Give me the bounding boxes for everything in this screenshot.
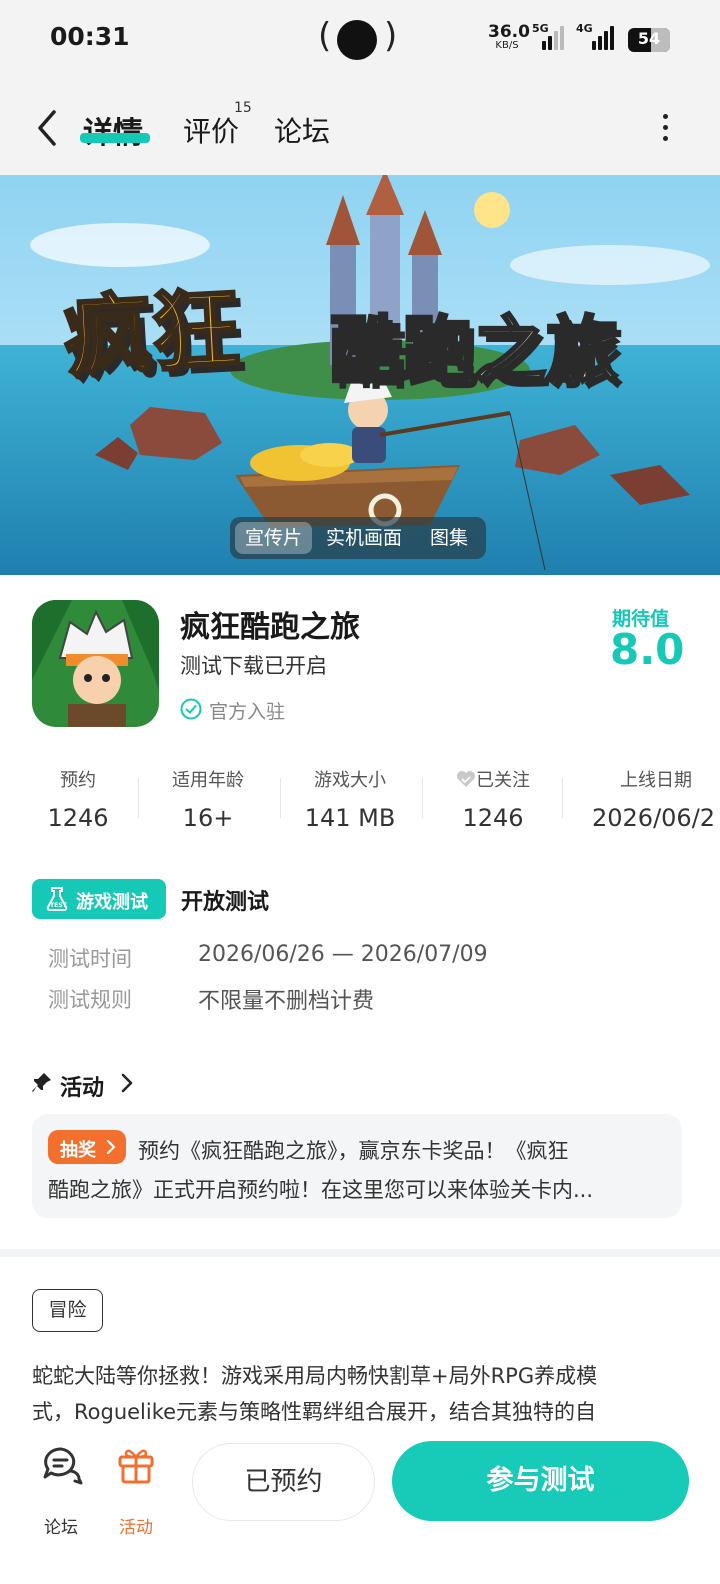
test-rule-value: 不限量不删档计费	[198, 989, 375, 1014]
stat-value: 141 MB	[304, 804, 396, 832]
signal-5g-label: 5G	[532, 22, 549, 35]
stat-reservations: 预约 1246	[28, 766, 128, 832]
signal-4g-label: 4G	[576, 22, 593, 35]
camera-dot	[337, 20, 377, 60]
test-icon-text: TEST	[50, 902, 68, 909]
game-test-badge: TEST 游戏测试	[32, 879, 166, 919]
stat-age-rating: 适用年龄 16+	[158, 766, 258, 832]
banner-title-part2: 酷跑之旅	[330, 308, 618, 392]
stat-divider	[280, 778, 281, 818]
app-status: 测试下载已开启	[180, 654, 327, 678]
stat-label: 上线日期	[620, 770, 692, 791]
verified-check-icon	[180, 698, 202, 720]
signal-5g-icon: 5G	[532, 22, 566, 50]
stat-divider	[562, 778, 563, 818]
status-bar: 00:31 ( ) 36.0 KB/S 5G 4G 54	[0, 0, 720, 80]
bottom-activity-label: 活动	[119, 1518, 153, 1538]
test-flask-icon: TEST	[46, 887, 68, 911]
stat-label: 已关注	[440, 766, 546, 792]
stat-release-date: 上线日期 2026/06/2	[592, 766, 720, 832]
bottom-forum-label: 论坛	[44, 1518, 78, 1538]
battery-level: 54	[637, 29, 661, 48]
game-test-badge-label: 游戏测试	[76, 892, 148, 913]
back-arrow-icon	[38, 110, 56, 146]
media-tab-gameplay[interactable]: 实机画面	[316, 522, 412, 554]
reserved-button[interactable]: 已预约	[192, 1443, 375, 1521]
heart-check-icon	[457, 771, 475, 787]
stat-label: 预约	[60, 770, 96, 791]
expectation-score: 8.0	[610, 625, 685, 674]
stat-label: 适用年龄	[172, 770, 244, 791]
signal-4g-icon: 4G	[576, 22, 618, 50]
stat-divider	[138, 778, 139, 818]
description-line-1: 蛇蛇大陆等你拯救！游戏采用局内畅快割草+局外RPG养成模	[32, 1364, 598, 1388]
tab-reviews[interactable]: 评价	[183, 110, 239, 150]
activity-text-line-2: 酷跑之旅》正式开启预约啦！在这里您可以来体验关卡内...	[48, 1178, 594, 1202]
tab-details[interactable]: 详情	[83, 108, 143, 152]
gift-icon	[118, 1449, 154, 1484]
stat-label: 游戏大小	[314, 770, 386, 791]
stat-value: 1246	[462, 804, 524, 832]
tab-forum[interactable]: 论坛	[274, 110, 330, 150]
test-time-label: 测试时间	[48, 947, 132, 971]
active-tab-indicator	[80, 133, 150, 143]
app-name: 疯狂酷跑之旅	[180, 610, 360, 645]
media-type-tabs: 宣传片 实机画面 图集	[230, 517, 486, 559]
activity-title: 活动	[60, 1076, 105, 1101]
stat-followers[interactable]: 已关注 1246	[440, 766, 546, 832]
more-menu-button[interactable]	[650, 108, 680, 148]
banner-title-part1: 疯狂	[61, 277, 242, 389]
stat-value: 2026/06/2	[592, 804, 716, 832]
chevron-right-icon	[106, 1140, 116, 1154]
network-speed-unit: KB/S	[495, 40, 519, 51]
back-button[interactable]	[34, 108, 64, 148]
banner-artwork: 疯狂 疯狂 酷跑之旅 酷跑之旅	[0, 175, 720, 575]
test-rule-label: 测试规则	[48, 988, 132, 1012]
stat-value: 16+	[182, 804, 234, 832]
lottery-tag-label: 抽奖	[60, 1140, 96, 1161]
top-navigation: 详情 评价 论坛	[0, 80, 720, 175]
battery-icon: 54	[628, 28, 670, 52]
network-speed: 36.0 KB/S	[488, 22, 530, 51]
network-speed-value: 36.0	[488, 22, 530, 42]
pin-icon	[32, 1073, 51, 1092]
media-tab-trailer[interactable]: 宣传片	[235, 522, 313, 554]
camera-bracket-left: (	[318, 16, 332, 56]
status-time: 00:31	[50, 22, 130, 51]
activity-card[interactable]: 抽奖 预约《疯狂酷跑之旅》，赢京东卡奖品！《疯狂 酷跑之旅》正式开启预约啦！在这…	[32, 1114, 682, 1218]
test-type: 开放测试	[181, 890, 270, 915]
description-line-2: 式，Roguelike元素与策略性羁绊组合展开，结合其独特的自	[32, 1400, 597, 1424]
stat-game-size: 游戏大小 141 MB	[295, 766, 405, 832]
camera-bracket-right: )	[384, 16, 398, 56]
front-camera-cutout: ( )	[318, 16, 398, 62]
lottery-tag: 抽奖	[48, 1130, 126, 1164]
promo-banner[interactable]: 疯狂 疯狂 酷跑之旅 酷跑之旅	[0, 175, 720, 575]
activity-text-line-1: 预约《疯狂酷跑之旅》，赢京东卡奖品！《疯狂	[138, 1139, 569, 1163]
forum-chat-icon	[43, 1447, 83, 1485]
stat-label-text: 已关注	[476, 770, 530, 791]
reviews-count-badge: 15	[234, 100, 252, 116]
bottom-action-bar: 论坛 活动 已预约 参与测试	[0, 1425, 720, 1584]
test-time-value: 2026/06/26 — 2026/07/09	[198, 942, 488, 967]
genre-tag[interactable]: 冒险	[32, 1289, 103, 1332]
stat-divider	[422, 778, 423, 818]
section-divider	[0, 1249, 720, 1257]
app-icon	[32, 600, 159, 727]
media-tab-gallery[interactable]: 图集	[420, 522, 478, 554]
stat-value: 1246	[47, 804, 109, 832]
official-label: 官方入驻	[209, 701, 286, 723]
chevron-right-icon	[121, 1073, 133, 1093]
join-test-button[interactable]: 参与测试	[392, 1441, 689, 1521]
